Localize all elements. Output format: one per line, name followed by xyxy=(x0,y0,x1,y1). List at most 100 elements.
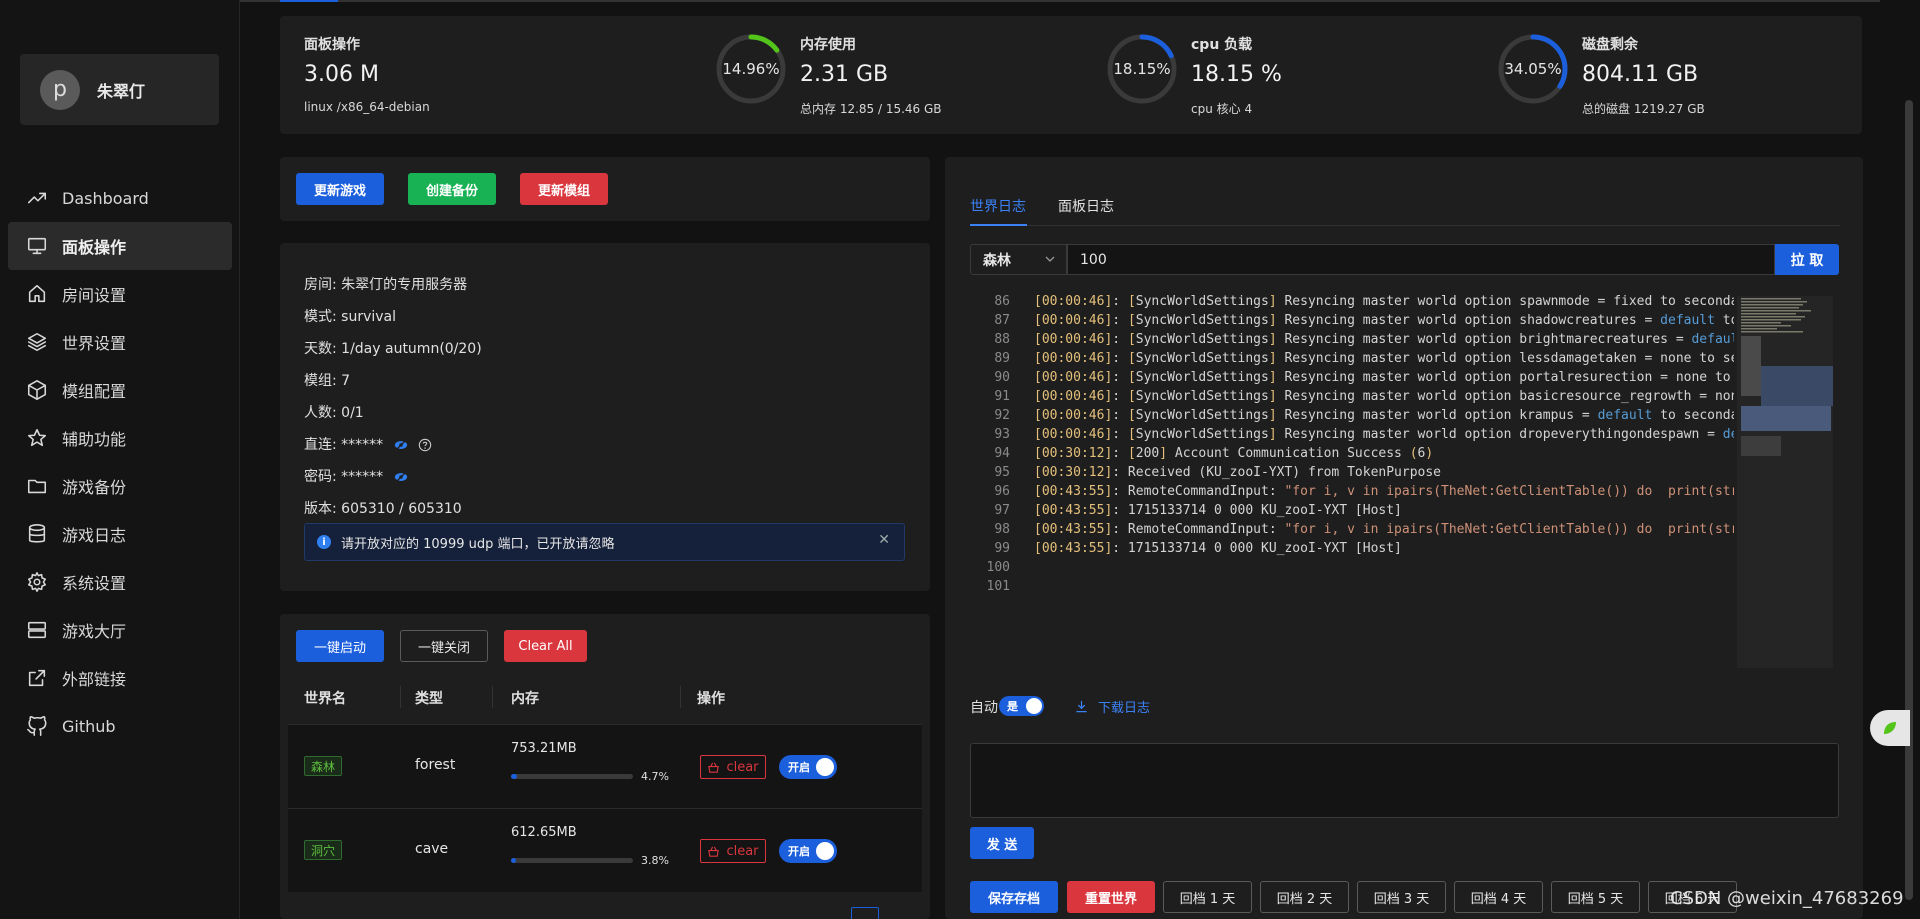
stop-all-button[interactable]: 一键关闭 xyxy=(400,630,488,662)
clear-all-button[interactable]: Clear All xyxy=(504,630,587,662)
download-log-link[interactable]: 下载日志 xyxy=(1075,697,1150,716)
start-all-button[interactable]: 一键启动 xyxy=(296,630,384,662)
rollback-1-button[interactable]: 回档 1 天 xyxy=(1163,881,1252,913)
port-notice: i 请开放对应的 10999 udp 端口，已开放请忽略 ✕ xyxy=(304,523,905,561)
sidebar-item-tools[interactable]: 辅助功能 xyxy=(8,414,232,462)
notice-text: 请开放对应的 10999 udp 端口，已开放请忽略 xyxy=(341,536,615,552)
help-icon[interactable] xyxy=(418,438,432,452)
toggle-knob xyxy=(816,758,834,776)
cube-icon xyxy=(27,380,47,400)
database-icon xyxy=(28,524,46,543)
gear-icon xyxy=(27,572,47,592)
clear-label: clear xyxy=(726,843,759,859)
sidebar-item-lobby[interactable]: 游戏大厅 xyxy=(8,606,232,654)
room-direct-row: 直连: ****** xyxy=(304,434,432,454)
toggle-knob xyxy=(816,842,834,860)
auto-toggle-label: 是 xyxy=(1007,700,1018,713)
save-archive-button[interactable]: 保存存档 xyxy=(970,881,1058,913)
floating-helper-button[interactable] xyxy=(1870,710,1910,746)
eye-icon[interactable] xyxy=(394,470,408,484)
command-textarea[interactable] xyxy=(970,743,1839,818)
room-password: 密码: ****** xyxy=(304,469,384,485)
toggle-label: 开启 xyxy=(788,761,810,774)
log-line: [00:43:55]: 1715133714 0 000 KU_zooI-YXT… xyxy=(1034,503,1402,518)
sidebar-item-room[interactable]: 房间设置 xyxy=(8,270,232,318)
clear-button[interactable]: clear xyxy=(700,839,766,863)
tab-panel-log[interactable]: 面板日志 xyxy=(1058,196,1114,216)
disk-ring-label: 34.05% xyxy=(1504,60,1562,78)
rollback-4-button[interactable]: 回档 4 天 xyxy=(1454,881,1543,913)
sidebar-item-settings[interactable]: 系统设置 xyxy=(8,558,232,606)
sidebar-item-logs[interactable]: 游戏日志 xyxy=(8,510,232,558)
sidebar-item-label: 模组配置 xyxy=(62,382,127,401)
pull-button[interactable]: 拉 取 xyxy=(1775,244,1839,275)
tab-world-log[interactable]: 世界日志 xyxy=(970,196,1026,216)
log-line: [00:43:55]: RemoteCommandInput: "for i, … xyxy=(1034,522,1734,537)
log-minimap[interactable] xyxy=(1737,296,1833,668)
update-game-button[interactable]: 更新游戏 xyxy=(296,173,384,205)
close-icon[interactable]: ✕ xyxy=(878,532,890,548)
world-tag: 森林 xyxy=(304,756,343,776)
sidebar-item-label: Github xyxy=(62,716,116,736)
line-count-input[interactable]: 100 xyxy=(1067,244,1775,275)
pagination-button[interactable] xyxy=(851,907,879,919)
sidebar-menu: Dashboard 面板操作 房间设置 世界设置 模组配置 辅助功能 游戏备份 xyxy=(8,174,232,750)
send-button[interactable]: 发 送 xyxy=(970,827,1034,859)
stat-value: 18.15 % xyxy=(1191,62,1282,87)
auto-label: 自动 xyxy=(970,700,998,716)
reset-world-button[interactable]: 重置世界 xyxy=(1067,881,1155,913)
rollback-2-button[interactable]: 回档 2 天 xyxy=(1260,881,1349,913)
basket-icon xyxy=(708,846,720,857)
world-select[interactable]: 森林 xyxy=(970,244,1067,275)
sidebar-item-label: 房间设置 xyxy=(62,286,127,305)
log-editor[interactable]: 86 87 88 89 90 91 92 93 94 95 96 97 98 99 100 101 [00:0… xyxy=(970,292,1840,668)
line-number: 87 xyxy=(994,313,1010,328)
room-direct: 直连: ****** xyxy=(304,437,384,453)
sidebar-item-label: 世界设置 xyxy=(62,334,127,353)
sidebar-item-backup[interactable]: 游戏备份 xyxy=(8,462,232,510)
rollback-3-button[interactable]: 回档 3 天 xyxy=(1357,881,1446,913)
sidebar-item-github[interactable]: Github xyxy=(8,702,232,750)
line-number: 101 xyxy=(986,579,1010,594)
stat-sub: cpu 核心 4 xyxy=(1191,102,1253,116)
leaf-icon xyxy=(1884,722,1896,734)
stat-value: 804.11 GB xyxy=(1582,62,1699,87)
sidebar-item-world[interactable]: 世界设置 xyxy=(8,318,232,366)
update-mods-button[interactable]: 更新模组 xyxy=(520,173,608,205)
world-tag: 洞穴 xyxy=(304,840,343,860)
memory-progress xyxy=(511,774,633,779)
stat-title: 内存使用 xyxy=(800,37,856,53)
line-number: 96 xyxy=(994,484,1010,499)
line-number: 91 xyxy=(994,389,1010,404)
sidebar-item-links[interactable]: 外部链接 xyxy=(8,654,232,702)
stat-sub: linux /x86_64-debian xyxy=(304,100,430,114)
room-password-row: 密码: ****** xyxy=(304,466,408,486)
world-toggle[interactable]: 开启 xyxy=(779,839,837,863)
page-scrollbar[interactable] xyxy=(1905,100,1913,900)
tab-divider xyxy=(970,225,1840,226)
sidebar-item-mods[interactable]: 模组配置 xyxy=(8,366,232,414)
user-card[interactable]: p 朱翠仃 xyxy=(20,54,219,125)
auto-refresh-toggle[interactable]: 是 xyxy=(999,696,1044,716)
create-backup-button[interactable]: 创建备份 xyxy=(408,173,496,205)
column-separator xyxy=(400,686,401,708)
log-line: [00:00:46]: [SyncWorldSettings] Resyncin… xyxy=(1034,294,1734,309)
world-toggle[interactable]: 开启 xyxy=(779,755,837,779)
stat-value: 3.06 M xyxy=(304,62,379,87)
rollback-5-button[interactable]: 回档 5 天 xyxy=(1551,881,1640,913)
download-label: 下载日志 xyxy=(1098,701,1151,716)
clear-button[interactable]: clear xyxy=(700,755,766,779)
room-mods: 模组: 7 xyxy=(304,373,351,389)
log-line: [00:00:46]: [SyncWorldSettings] Resyncin… xyxy=(1034,408,1734,423)
sidebar-item-label: 辅助功能 xyxy=(62,430,127,449)
external-link-icon xyxy=(28,669,46,687)
monitor-icon xyxy=(27,237,47,255)
sidebar-item-panel[interactable]: 面板操作 xyxy=(8,222,232,270)
log-line: [00:00:46]: [SyncWorldSettings] Resyncin… xyxy=(1034,351,1734,366)
room-version: 版本: 605310 / 605310 xyxy=(304,501,462,517)
line-number: 95 xyxy=(994,465,1010,480)
sidebar-item-label: 游戏日志 xyxy=(62,526,127,545)
eye-icon[interactable] xyxy=(394,438,408,452)
sidebar-item-dashboard[interactable]: Dashboard xyxy=(8,174,232,222)
